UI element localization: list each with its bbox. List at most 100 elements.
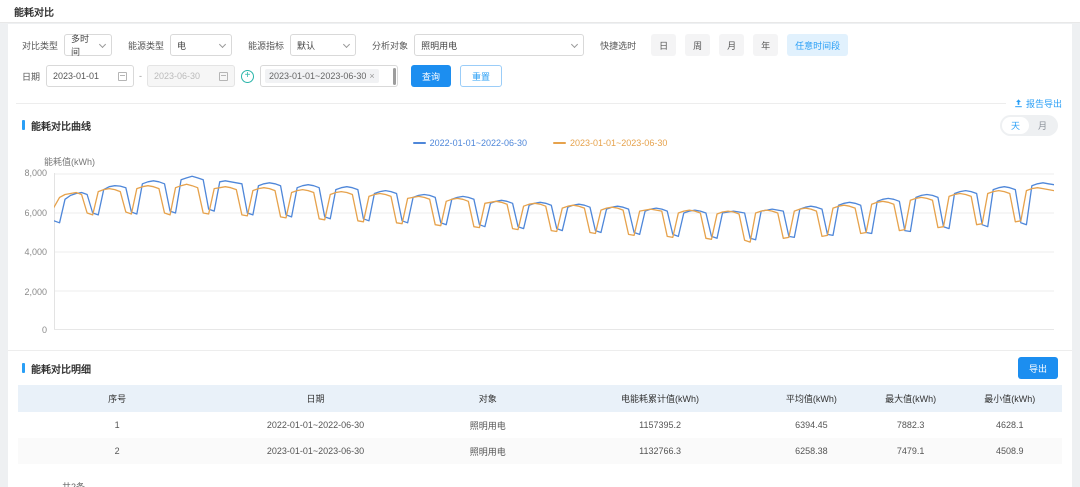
y-tick: 4,000 <box>24 247 47 257</box>
cell-min: 4508.9 <box>958 446 1062 456</box>
chevron-down-icon <box>343 40 350 47</box>
col-header-min: 最小值(kWh) <box>958 392 1062 405</box>
chart-section-header: 能耗对比曲线 天 月 <box>22 115 1058 135</box>
reset-button[interactable]: 重置 <box>460 65 502 87</box>
line-chart-plot[interactable] <box>54 172 1054 330</box>
date-range-tag: 2023-01-01~2023-06-30 × <box>265 69 379 83</box>
cell-average: 6394.45 <box>759 420 863 430</box>
cell-cumulative: 1132766.3 <box>561 446 759 456</box>
y-axis-label: 能耗值(kWh) <box>44 155 1072 166</box>
energy-type-select[interactable]: 电 <box>170 34 232 56</box>
cell-index: 1 <box>18 420 216 430</box>
chart-legend: 2022-01-01~2022-06-30 2023-01-01~2023-06… <box>8 137 1072 149</box>
chart-area: 8,000 6,000 4,000 2,000 0 <box>14 172 1054 330</box>
chevron-down-icon <box>219 40 226 47</box>
compare-type-label: 对比类型 <box>22 39 58 52</box>
table-export-button[interactable]: 导出 <box>1018 357 1058 379</box>
y-axis-ticks: 8,000 6,000 4,000 2,000 0 <box>14 172 54 330</box>
table-row: 2 2023-01-01~2023-06-30 照明用电 1132766.3 6… <box>18 438 1062 464</box>
cell-object: 照明用电 <box>415 445 561 458</box>
date-range-tag-box[interactable]: 2023-01-01~2023-06-30 × <box>260 65 398 87</box>
page: 能耗对比 对比类型 多时间 能源类型 电 能源指标 默认 分析对象 <box>0 0 1080 487</box>
date-range-tag-text: 2023-01-01~2023-06-30 <box>269 71 366 81</box>
chart-canvas <box>54 172 1054 330</box>
cell-max: 7882.3 <box>864 420 958 430</box>
export-row: 报告导出 <box>16 97 1062 109</box>
toggle-month-option[interactable]: 月 <box>1029 117 1056 134</box>
quick-time-label: 快捷选时 <box>600 39 636 52</box>
tag-box-scrollbar[interactable] <box>393 68 396 85</box>
query-button[interactable]: 查询 <box>411 65 451 87</box>
calendar-icon <box>219 72 228 81</box>
cell-object: 照明用电 <box>415 419 561 432</box>
table-section-title: 能耗对比明细 <box>31 361 91 376</box>
section-marker <box>22 363 25 373</box>
cell-min: 4628.1 <box>958 420 1062 430</box>
cell-max: 7479.1 <box>864 446 958 456</box>
cell-index: 2 <box>18 446 216 456</box>
date-start-input[interactable]: 2023-01-01 <box>46 65 134 87</box>
legend-item-2022[interactable]: 2022-01-01~2022-06-30 <box>413 138 527 148</box>
analysis-object-value: 照明用电 <box>421 39 457 52</box>
y-tick: 8,000 <box>24 168 47 178</box>
cell-date: 2023-01-01~2023-06-30 <box>216 446 414 456</box>
chart-section-title: 能耗对比曲线 <box>31 118 91 133</box>
col-header-object: 对象 <box>415 392 561 405</box>
chevron-down-icon <box>99 40 106 47</box>
divider <box>16 103 1006 104</box>
report-export-link[interactable]: 报告导出 <box>1014 97 1062 110</box>
legend-item-2023[interactable]: 2023-01-01~2023-06-30 <box>553 138 667 148</box>
export-upload-icon <box>1014 99 1023 108</box>
col-header-max: 最大值(kWh) <box>864 392 958 405</box>
energy-type-label: 能源类型 <box>128 39 164 52</box>
quick-time-month-button[interactable]: 月 <box>719 34 744 56</box>
y-tick: 2,000 <box>24 287 47 297</box>
y-tick: 0 <box>42 325 47 335</box>
section-marker <box>22 120 25 130</box>
energy-indicator-value: 默认 <box>297 39 315 52</box>
analysis-object-select[interactable]: 照明用电 <box>414 34 584 56</box>
energy-type-value: 电 <box>177 39 186 52</box>
energy-indicator-label: 能源指标 <box>248 39 284 52</box>
cell-date: 2022-01-01~2022-06-30 <box>216 420 414 430</box>
energy-indicator-select[interactable]: 默认 <box>290 34 356 56</box>
col-header-average: 平均值(kWh) <box>759 392 863 405</box>
date-range-separator: - <box>139 71 142 81</box>
compare-type-select[interactable]: 多时间 <box>64 34 112 56</box>
filter-row-1: 对比类型 多时间 能源类型 电 能源指标 默认 分析对象 照明用电 <box>22 33 1072 57</box>
analysis-object-label: 分析对象 <box>372 39 408 52</box>
top-bar: 能耗对比 <box>0 0 1080 23</box>
legend-line-icon <box>413 142 426 144</box>
close-icon[interactable]: × <box>369 72 374 81</box>
cell-cumulative: 1157395.2 <box>561 420 759 430</box>
total-count: 共2条 <box>62 480 85 487</box>
col-header-date: 日期 <box>216 392 414 405</box>
quick-time-week-button[interactable]: 周 <box>685 34 710 56</box>
detail-table: 序号 日期 对象 电能耗累计值(kWh) 平均值(kWh) 最大值(kWh) 最… <box>18 385 1062 464</box>
col-header-cumulative: 电能耗累计值(kWh) <box>561 392 759 405</box>
quick-time-any-range-button[interactable]: 任意时间段 <box>787 34 848 56</box>
date-end-input[interactable]: 2023-06-30 <box>147 65 235 87</box>
content-card: 对比类型 多时间 能源类型 电 能源指标 默认 分析对象 照明用电 <box>8 24 1072 487</box>
calendar-icon <box>118 72 127 81</box>
date-label: 日期 <box>22 70 40 83</box>
toggle-day-option[interactable]: 天 <box>1002 117 1029 134</box>
filter-row-2: 日期 2023-01-01 - 2023-06-30 + 2023-01-01~… <box>22 64 1072 88</box>
table-header-row: 序号 日期 对象 电能耗累计值(kWh) 平均值(kWh) 最大值(kWh) 最… <box>18 385 1062 412</box>
add-date-range-button[interactable]: + <box>241 70 254 83</box>
quick-time-day-button[interactable]: 日 <box>651 34 676 56</box>
granularity-toggle: 天 月 <box>1000 115 1058 136</box>
legend-line-icon <box>553 142 566 144</box>
cell-average: 6258.38 <box>759 446 863 456</box>
compare-type-value: 多时间 <box>71 32 94 58</box>
date-start-value: 2023-01-01 <box>53 71 99 81</box>
chevron-down-icon <box>571 40 578 47</box>
date-end-value: 2023-06-30 <box>154 71 200 81</box>
y-tick: 6,000 <box>24 208 47 218</box>
divider <box>8 350 1072 351</box>
page-title: 能耗对比 <box>14 4 54 19</box>
table-section-header: 能耗对比明细 导出 <box>22 358 1058 378</box>
table-row: 1 2022-01-01~2022-06-30 照明用电 1157395.2 6… <box>18 412 1062 438</box>
quick-time-year-button[interactable]: 年 <box>753 34 778 56</box>
col-header-index: 序号 <box>18 392 216 405</box>
